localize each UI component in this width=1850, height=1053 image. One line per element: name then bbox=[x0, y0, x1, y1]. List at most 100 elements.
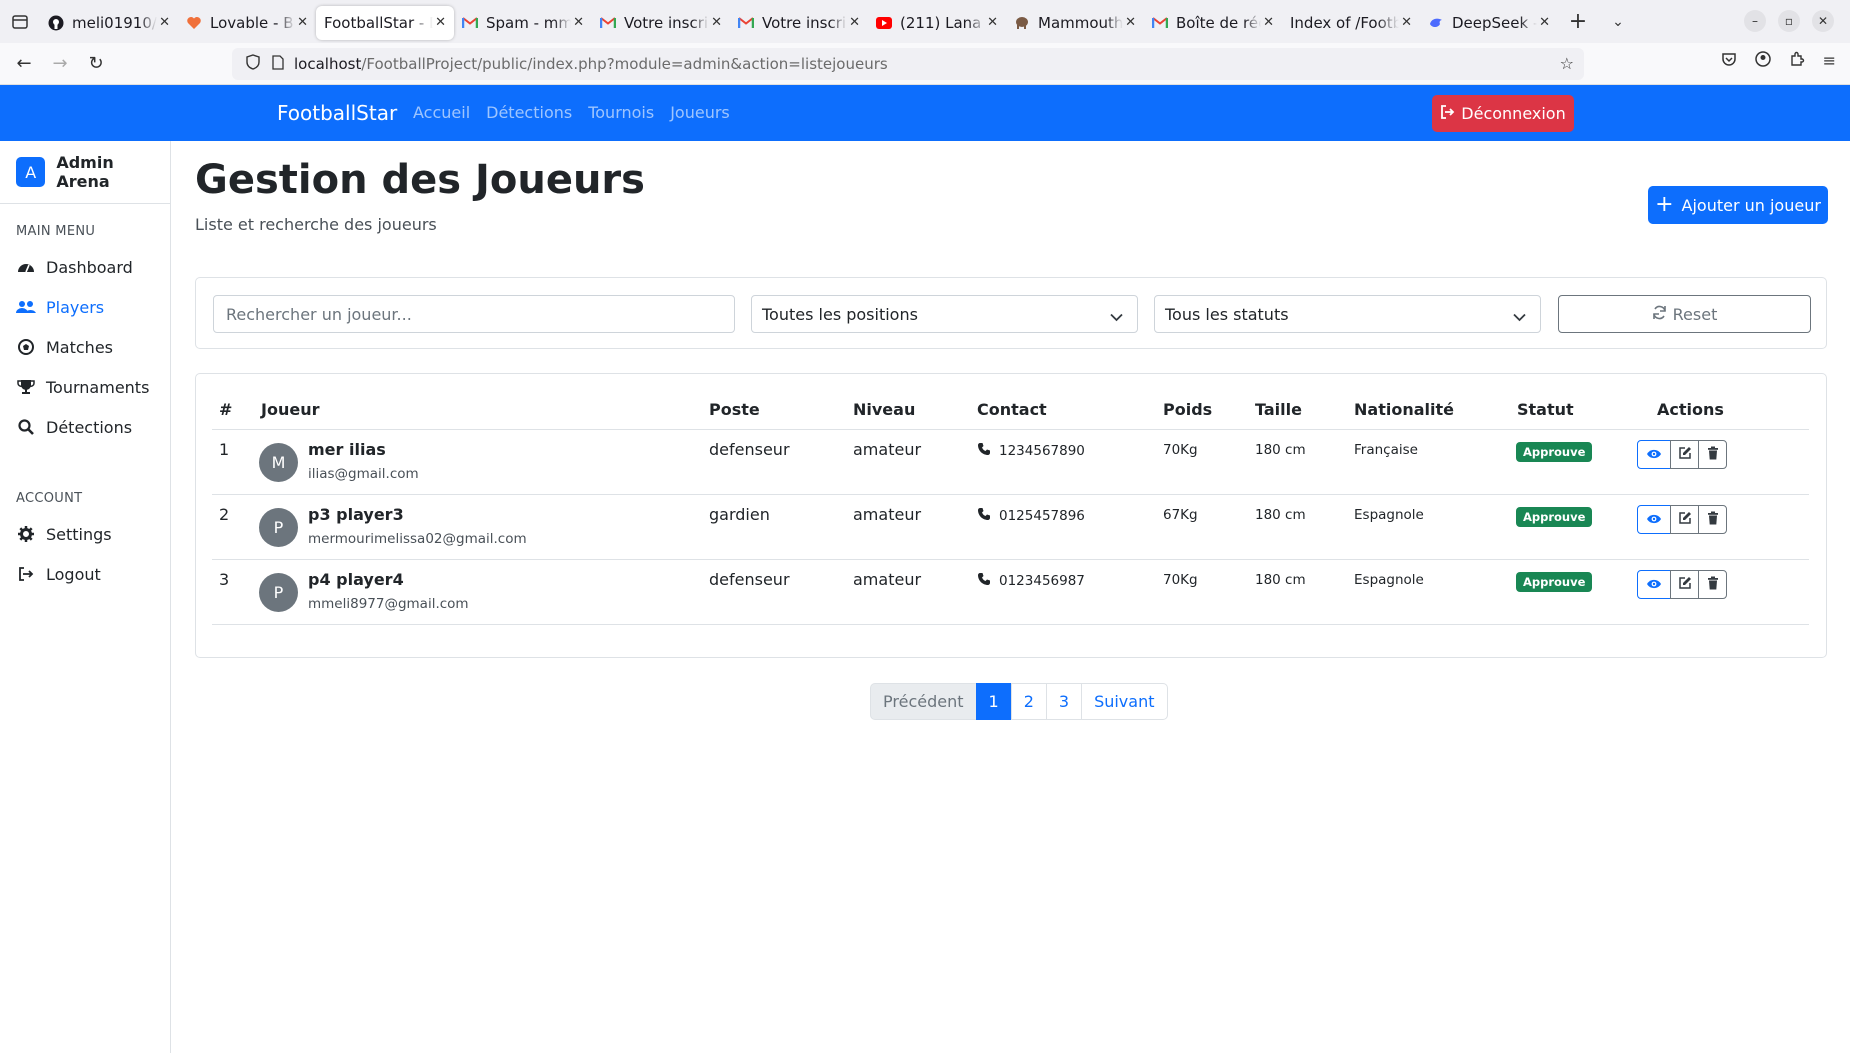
search-input[interactable] bbox=[213, 295, 735, 333]
browser-tab[interactable]: Lovable - Buil✕ bbox=[178, 6, 316, 40]
add-player-button[interactable]: + Ajouter un joueur bbox=[1648, 186, 1828, 224]
edit-icon bbox=[1678, 445, 1692, 464]
browser-tab[interactable]: Votre inscripti✕ bbox=[730, 6, 868, 40]
back-arrow-icon[interactable]: ← bbox=[6, 46, 42, 82]
close-tab-icon[interactable]: ✕ bbox=[1263, 15, 1274, 30]
player-height: 180 cm bbox=[1255, 442, 1306, 458]
pagination-page-3[interactable]: 3 bbox=[1045, 683, 1083, 720]
eye-icon bbox=[1646, 445, 1662, 464]
logout-button[interactable]: Déconnexion bbox=[1432, 95, 1574, 132]
player-name: p4 player4 bbox=[308, 570, 404, 589]
pagination-page-2[interactable]: 2 bbox=[1010, 683, 1047, 720]
nav-link-tournois[interactable]: Tournois bbox=[588, 103, 654, 122]
restore-icon[interactable]: ▫ bbox=[1778, 10, 1800, 32]
extensions-icon[interactable] bbox=[1789, 51, 1805, 71]
edit-button[interactable] bbox=[1670, 570, 1699, 599]
new-tab-icon[interactable]: + bbox=[1558, 9, 1598, 34]
sidebar-item-logout[interactable]: Logout bbox=[0, 554, 170, 594]
trash-icon bbox=[1707, 445, 1719, 464]
sidebar-item-matches[interactable]: Matches bbox=[0, 327, 170, 367]
nav-link-detections[interactable]: Détections bbox=[486, 103, 572, 122]
player-level: amateur bbox=[853, 440, 922, 459]
sidebar-item-settings[interactable]: Settings bbox=[0, 514, 170, 554]
browser-tab[interactable]: Boîte de réce✕ bbox=[1144, 6, 1282, 40]
sidebar-item-label: Players bbox=[46, 297, 105, 317]
edit-button[interactable] bbox=[1670, 440, 1699, 469]
col-header-niveau: Niveau bbox=[853, 400, 916, 419]
close-tab-icon[interactable]: ✕ bbox=[987, 15, 998, 30]
pagination-next[interactable]: Suivant bbox=[1081, 683, 1168, 720]
edit-icon bbox=[1678, 510, 1692, 529]
delete-button[interactable] bbox=[1698, 440, 1727, 469]
browser-tab[interactable]: meli01910/St✕ bbox=[40, 6, 178, 40]
gmail-icon bbox=[600, 15, 616, 31]
player-email: mermourimelissa02@gmail.com bbox=[308, 531, 527, 547]
close-tab-icon[interactable]: ✕ bbox=[435, 15, 446, 30]
browser-tab[interactable]: FootballStar - Da✕ bbox=[316, 5, 454, 40]
phone-icon bbox=[977, 442, 991, 460]
browser-tab[interactable]: Spam - mmel✕ bbox=[454, 6, 592, 40]
view-button[interactable] bbox=[1637, 570, 1671, 599]
sidebar-item-tournaments[interactable]: Tournaments bbox=[0, 367, 170, 407]
browser-tab[interactable]: Votre inscripti✕ bbox=[592, 6, 730, 40]
browser-tab[interactable]: DeepSeek - In✕ bbox=[1420, 6, 1558, 40]
pocket-icon[interactable] bbox=[1721, 51, 1737, 71]
close-tab-icon[interactable]: ✕ bbox=[849, 15, 860, 30]
tab-list-icon[interactable] bbox=[0, 0, 40, 43]
close-window-icon[interactable]: ✕ bbox=[1812, 10, 1834, 32]
close-tab-icon[interactable]: ✕ bbox=[1539, 15, 1550, 30]
sidebar-item-dashboard[interactable]: Dashboard bbox=[0, 247, 170, 287]
browser-tab-label: Index of /Footba bbox=[1290, 13, 1400, 32]
close-tab-icon[interactable]: ✕ bbox=[297, 15, 308, 30]
nav-link-accueil[interactable]: Accueil bbox=[413, 103, 470, 122]
pagination-prev[interactable]: Précédent bbox=[870, 683, 977, 720]
minimize-icon[interactable]: – bbox=[1744, 10, 1766, 32]
sidebar-brand[interactable]: A Admin Arena bbox=[0, 141, 170, 204]
close-tab-icon[interactable]: ✕ bbox=[711, 15, 722, 30]
player-phone: 0123456987 bbox=[999, 573, 1085, 589]
url-bar[interactable]: localhost/FootballProject/public/index.p… bbox=[232, 48, 1584, 80]
sidebar-item-players[interactable]: Players bbox=[0, 287, 170, 327]
edit-button[interactable] bbox=[1670, 505, 1699, 534]
close-tab-icon[interactable]: ✕ bbox=[159, 15, 170, 30]
chevron-down-icon[interactable]: ⌄ bbox=[1598, 14, 1638, 30]
forward-arrow-icon[interactable]: → bbox=[42, 46, 78, 82]
nav-link-joueurs[interactable]: Joueurs bbox=[670, 103, 730, 122]
player-weight: 70Kg bbox=[1163, 572, 1198, 588]
navbar-brand[interactable]: FootballStar bbox=[277, 101, 397, 125]
phone-icon bbox=[977, 507, 991, 525]
player-email: mmeli8977@gmail.com bbox=[308, 596, 469, 612]
player-nationality: Espagnole bbox=[1354, 572, 1424, 588]
account-icon[interactable] bbox=[1754, 51, 1771, 71]
view-button[interactable] bbox=[1637, 505, 1671, 534]
player-level: amateur bbox=[853, 505, 922, 524]
browser-tab-label: Mammouth A bbox=[1038, 13, 1124, 32]
browser-tab[interactable]: Index of /Footba✕ bbox=[1282, 6, 1420, 40]
position-select[interactable]: Toutes les positions bbox=[751, 295, 1138, 333]
trophy-icon bbox=[16, 379, 36, 395]
sidebar-item-detections[interactable]: Détections bbox=[0, 407, 170, 447]
pagination-page-1[interactable]: 1 bbox=[975, 683, 1012, 720]
status-select[interactable]: Tous les statuts bbox=[1154, 295, 1541, 333]
player-weight: 70Kg bbox=[1163, 442, 1198, 458]
browser-tab-label: (211) Lana De bbox=[900, 13, 985, 32]
delete-button[interactable] bbox=[1698, 570, 1727, 599]
close-tab-icon[interactable]: ✕ bbox=[573, 15, 584, 30]
menu-icon[interactable]: ≡ bbox=[1823, 51, 1836, 71]
delete-button[interactable] bbox=[1698, 505, 1727, 534]
close-tab-icon[interactable]: ✕ bbox=[1401, 15, 1412, 30]
close-tab-icon[interactable]: ✕ bbox=[1125, 15, 1136, 30]
sidebar-section-main: MAIN MENU bbox=[16, 224, 96, 239]
col-header-contact: Contact bbox=[977, 400, 1047, 419]
reset-button[interactable]: Reset bbox=[1558, 295, 1811, 333]
browser-tab[interactable]: (211) Lana De✕ bbox=[868, 6, 1006, 40]
avatar: P bbox=[259, 573, 298, 612]
browser-tab-label: Votre inscripti bbox=[762, 13, 847, 32]
browser-tab-label: DeepSeek - In bbox=[1452, 13, 1537, 32]
player-nationality: Française bbox=[1354, 442, 1418, 458]
player-phone: 0125457896 bbox=[999, 508, 1085, 524]
view-button[interactable] bbox=[1637, 440, 1671, 469]
bookmark-star-icon[interactable]: ☆ bbox=[1560, 54, 1574, 73]
reload-icon[interactable]: ↻ bbox=[78, 46, 114, 82]
browser-tab[interactable]: Mammouth A✕ bbox=[1006, 6, 1144, 40]
